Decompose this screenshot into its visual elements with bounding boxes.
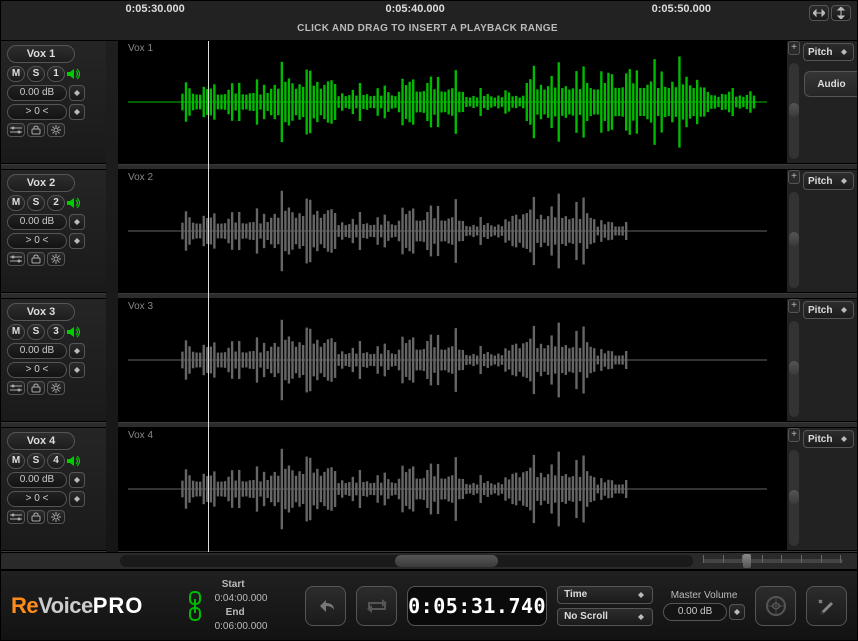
waveform — [128, 438, 767, 540]
pan-readout[interactable]: > 0 < — [7, 233, 67, 249]
waveform-lane[interactable]: Vox 1 — [118, 41, 787, 164]
fit-vertical-button[interactable] — [831, 5, 851, 21]
gain-stepper[interactable] — [69, 472, 85, 488]
pan-stepper[interactable] — [69, 491, 85, 507]
scroll-mode-select[interactable]: No Scroll — [557, 608, 653, 626]
loop-button[interactable] — [356, 586, 397, 626]
sliders-icon[interactable] — [7, 510, 25, 524]
waveform-lane[interactable]: Vox 2 — [118, 170, 787, 293]
mute-button[interactable]: M — [7, 324, 25, 340]
sliders-icon[interactable] — [7, 381, 25, 395]
waveform — [128, 180, 767, 282]
gear-icon[interactable] — [47, 252, 65, 266]
gain-readout[interactable]: 0.00 dB — [7, 472, 67, 488]
time-mode-select[interactable]: Time — [557, 586, 653, 604]
sliders-icon[interactable] — [7, 252, 25, 266]
add-lane-button[interactable]: + — [788, 41, 800, 55]
mute-button[interactable]: M — [7, 66, 25, 82]
waveform — [128, 51, 767, 153]
mute-button[interactable]: M — [7, 195, 25, 211]
gain-stepper[interactable] — [69, 214, 85, 230]
link-icon[interactable] — [186, 588, 205, 624]
view-mode-select[interactable]: Pitch — [803, 430, 854, 448]
solo-button[interactable]: S — [27, 195, 45, 211]
view-mode-select[interactable]: Pitch — [803, 172, 854, 190]
waveform-lane[interactable]: Vox 4 — [118, 428, 787, 551]
logo: ReVoicePRO — [11, 593, 176, 619]
track-name-button[interactable]: Vox 1 — [7, 45, 75, 63]
lock-icon[interactable] — [27, 510, 45, 524]
speaker-icon[interactable] — [67, 325, 81, 339]
time-mark: 0:05:30.000 — [125, 3, 184, 15]
track-name-button[interactable]: Vox 3 — [7, 303, 75, 321]
pan-stepper[interactable] — [69, 362, 85, 378]
view-mode-select[interactable]: Pitch — [803, 301, 854, 319]
track-number[interactable]: 3 — [47, 324, 65, 340]
add-lane-button[interactable]: + — [788, 299, 800, 313]
gain-readout[interactable]: 0.00 dB — [7, 85, 67, 101]
gear-icon[interactable] — [47, 381, 65, 395]
scrollbar-thumb[interactable] — [789, 232, 799, 246]
export-button[interactable] — [755, 586, 796, 626]
lock-icon[interactable] — [27, 381, 45, 395]
pan-stepper[interactable] — [69, 233, 85, 249]
solo-button[interactable]: S — [27, 324, 45, 340]
undo-button[interactable] — [305, 586, 346, 626]
waveform-lane[interactable]: Vox 3 — [118, 299, 787, 422]
scrollbar-thumb[interactable] — [789, 490, 799, 504]
speaker-icon[interactable] — [67, 67, 81, 81]
time-display[interactable]: 0:05:31.740 — [407, 586, 547, 626]
range-display: Start0:04:00.000 End0:06:00.000 — [215, 578, 296, 634]
horizontal-scrollbar[interactable] — [120, 555, 693, 567]
gear-icon[interactable] — [47, 510, 65, 524]
speaker-icon[interactable] — [67, 196, 81, 210]
gain-readout[interactable]: 0.00 dB — [7, 214, 67, 230]
mute-button[interactable]: M — [7, 453, 25, 469]
sliders-icon[interactable] — [7, 123, 25, 137]
gain-readout[interactable]: 0.00 dB — [7, 343, 67, 359]
gear-icon[interactable] — [47, 123, 65, 137]
lock-icon[interactable] — [27, 252, 45, 266]
track-number[interactable]: 1 — [47, 66, 65, 82]
time-ruler[interactable]: 0:05:30.000 0:05:40.000 0:05:50.000 CLIC… — [118, 1, 737, 40]
timeline-header: 0:05:30.000 0:05:40.000 0:05:50.000 CLIC… — [1, 1, 857, 41]
master-volume-stepper[interactable] — [729, 604, 745, 620]
master-volume-label: Master Volume — [671, 590, 738, 601]
fit-horizontal-button[interactable] — [809, 5, 829, 21]
zoom-handle[interactable] — [743, 554, 751, 568]
track-name-button[interactable]: Vox 4 — [7, 432, 75, 450]
speaker-icon[interactable] — [67, 454, 81, 468]
track-number[interactable]: 4 — [47, 453, 65, 469]
track-name-button[interactable]: Vox 2 — [7, 174, 75, 192]
track-number[interactable]: 2 — [47, 195, 65, 211]
scrollbar-thumb[interactable] — [789, 103, 799, 117]
lock-icon[interactable] — [27, 123, 45, 137]
vertical-scrollbar[interactable] — [789, 450, 799, 546]
add-lane-button[interactable]: + — [788, 170, 800, 184]
vertical-scrollbar[interactable] — [789, 321, 799, 417]
waveform — [128, 309, 767, 411]
vertical-scrollbar[interactable] — [789, 63, 799, 159]
vertical-scrollbar[interactable] — [789, 192, 799, 288]
time-mark: 0:05:50.000 — [652, 3, 711, 15]
time-mark: 0:05:40.000 — [385, 3, 444, 15]
scrollbar-thumb[interactable] — [789, 361, 799, 375]
gain-stepper[interactable] — [69, 343, 85, 359]
pan-readout[interactable]: > 0 < — [7, 491, 67, 507]
pan-readout[interactable]: > 0 < — [7, 104, 67, 120]
pan-readout[interactable]: > 0 < — [7, 362, 67, 378]
master-volume-value[interactable]: 0.00 dB — [663, 603, 727, 621]
scrollbar-thumb[interactable] — [395, 555, 498, 567]
pan-stepper[interactable] — [69, 104, 85, 120]
tool-button[interactable] — [806, 586, 847, 626]
solo-button[interactable]: S — [27, 66, 45, 82]
zoom-slider[interactable] — [703, 557, 843, 565]
solo-button[interactable]: S — [27, 453, 45, 469]
audio-tab[interactable]: Audio — [804, 71, 857, 97]
view-mode-select[interactable]: Pitch — [803, 43, 854, 61]
gain-stepper[interactable] — [69, 85, 85, 101]
add-lane-button[interactable]: + — [788, 428, 800, 442]
ruler-hint: CLICK AND DRAG TO INSERT A PLAYBACK RANG… — [297, 23, 558, 34]
